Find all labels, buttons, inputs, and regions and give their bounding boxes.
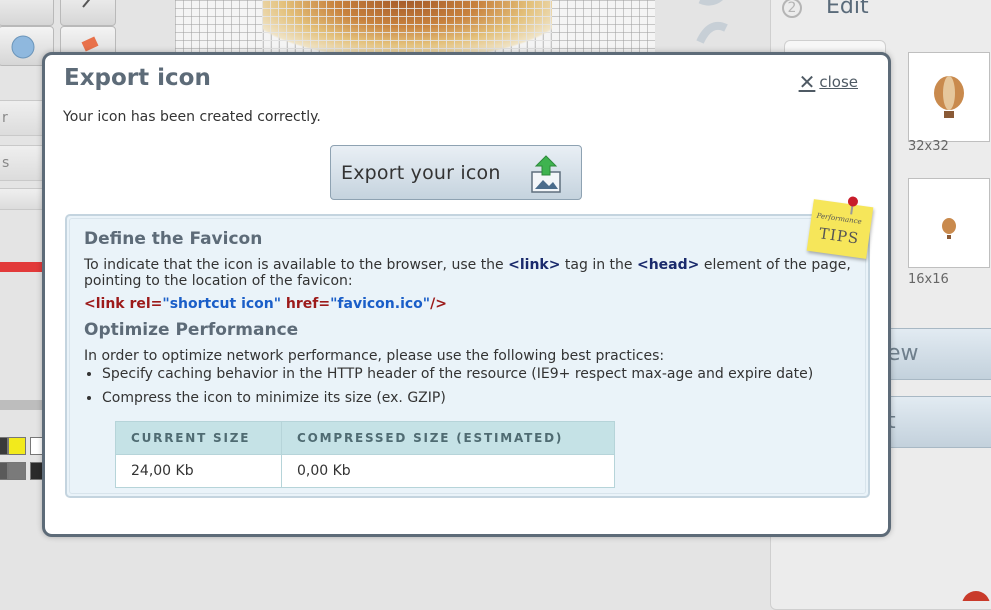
preview-button[interactable]: ew [880,328,991,380]
favicon-text: tag in the [560,257,637,273]
color-bar-red [0,262,42,272]
slider-track[interactable] [0,400,42,410]
export-side-button[interactable]: t [880,396,991,448]
list-item: Compress the icon to minimize its size (… [102,390,813,406]
tool-button-balloon[interactable] [0,0,54,26]
code-token: /> [430,296,447,312]
head-tag: <head> [636,257,700,273]
close-icon[interactable]: ✕ [799,70,816,94]
color-swatch[interactable] [0,437,8,455]
favicon-heading: Define the Favicon [84,229,263,249]
tips-note-label: TIPS [817,224,861,248]
close-label[interactable]: close [819,73,858,91]
preview-32[interactable] [908,52,990,142]
column-header-current-size: CURRENT SIZE [115,421,282,455]
tool-button-pencil[interactable] [60,0,116,26]
size-table: CURRENT SIZE COMPRESSED SIZE (ESTIMATED)… [115,421,615,488]
preview-16[interactable] [908,178,990,268]
performance-tips-panel: Define the Favicon To indicate that the … [65,214,870,498]
code-token: "shortcut icon" [162,296,282,312]
redo-icon[interactable] [690,0,740,60]
code-token: "favicon.ico" [330,296,431,312]
color-swatch[interactable] [8,437,26,455]
side-tool-label: s [2,155,10,171]
side-tool-label: r [2,110,8,126]
side-tool-row[interactable] [0,188,42,210]
color-swatch[interactable] [0,462,8,480]
table-header-row: CURRENT SIZE COMPRESSED SIZE (ESTIMATED) [115,421,615,455]
favicon-description: To indicate that the icon is available t… [84,257,854,289]
favicon-text: To indicate that the icon is available t… [84,257,509,273]
pushpin-icon [847,195,859,208]
preview-16-label: 16x16 [908,272,949,287]
pixel-art-balloon [262,0,552,52]
link-tag: <link> [508,257,561,273]
code-token: href= [285,296,331,312]
table-row: 24,00 Kb 0,00 Kb [115,454,615,488]
performance-intro: In order to optimize network performance… [84,348,665,364]
export-button-label: Export your icon [341,161,501,184]
color-swatch[interactable] [8,462,26,480]
code-token: <link [84,296,125,312]
balloon-icon [934,76,964,118]
column-header-compressed-size: COMPRESSED SIZE (ESTIMATED) [281,421,615,455]
preview-32-label: 32x32 [908,139,949,154]
performance-heading: Optimize Performance [84,320,299,340]
current-size-value: 24,00 Kb [115,454,282,488]
export-your-icon-button[interactable]: Export your icon [330,145,582,200]
side-tool-row[interactable]: r [0,100,42,136]
list-item: Specify caching behavior in the HTTP hea… [102,366,813,382]
favicon-code-snippet: <link rel="shortcut icon" href="favicon.… [84,296,447,312]
pencil-icon [82,0,91,8]
logo-icon [962,591,990,601]
compressed-size-value: 0,00 Kb [281,454,615,488]
code-token: rel= [129,296,163,312]
preview-button-label: ew [887,341,919,366]
best-practices-list: Specify caching behavior in the HTTP hea… [84,366,813,414]
side-tool-row[interactable]: s [0,145,42,181]
dialog-title: Export icon [64,65,211,91]
export-upload-icon [531,155,561,193]
balloon-icon [942,218,956,239]
edit-panel-title: Edit [826,0,869,19]
performance-tips-sticky-note: Performance TIPS [806,195,874,259]
close-button[interactable]: ✕ close [799,70,858,94]
export-icon-dialog: Export icon ✕ close Your icon has been c… [42,52,891,537]
success-message: Your icon has been created correctly. [63,109,321,125]
